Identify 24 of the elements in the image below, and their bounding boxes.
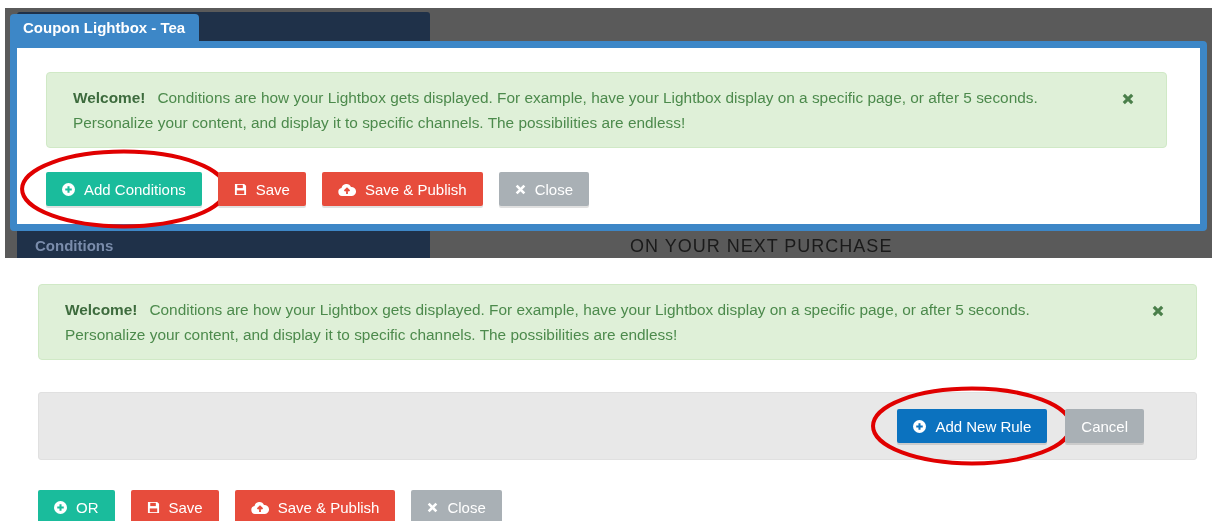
close-icon [514,183,526,195]
save-button[interactable]: Save [130,490,219,521]
alert-message: Welcome! Conditions are how your Lightbox gets displayed. For example, have your Lightbox display on a specific page, or after 5 seconds. Personalize your content, and display it to specific channels. The possibilities are endless! [65,300,1031,345]
plus-circle-icon [913,419,927,433]
add-button[interactable]: Add Conditions [46,172,202,206]
save-button[interactable]: Save [217,172,306,206]
publish-button[interactable]: Save & Publish [234,490,396,521]
close-icon [1122,93,1134,105]
close-icon [1152,305,1164,317]
cloud-upload-icon [250,500,269,514]
close-icon [427,501,439,513]
plus-circle-icon [62,182,75,196]
add-button[interactable]: Add New Rule [897,409,1048,443]
panel-label: Conditions [34,238,114,256]
cloud-upload-icon [337,182,356,196]
alert-message: Welcome! Conditions are how your Lightbox gets displayed. For example, have your Lightbox display on a specific page, or after 5 seconds. Personalize your content, and display it to specific channels. The possibilities are endless! [73,88,1039,133]
plus-circle-icon [54,500,67,514]
banner-text: ON YOUR NEXT PURCHASE [630,236,893,258]
add-button[interactable]: OR [38,490,115,521]
close-button[interactable]: Close [411,490,502,521]
close-button[interactable]: Close [498,172,590,206]
cancel-button[interactable]: Cancel [1065,409,1144,443]
modal-tab[interactable]: Coupon Lightbox - Tea [10,14,200,41]
publish-button[interactable]: Save & Publish [321,172,483,206]
